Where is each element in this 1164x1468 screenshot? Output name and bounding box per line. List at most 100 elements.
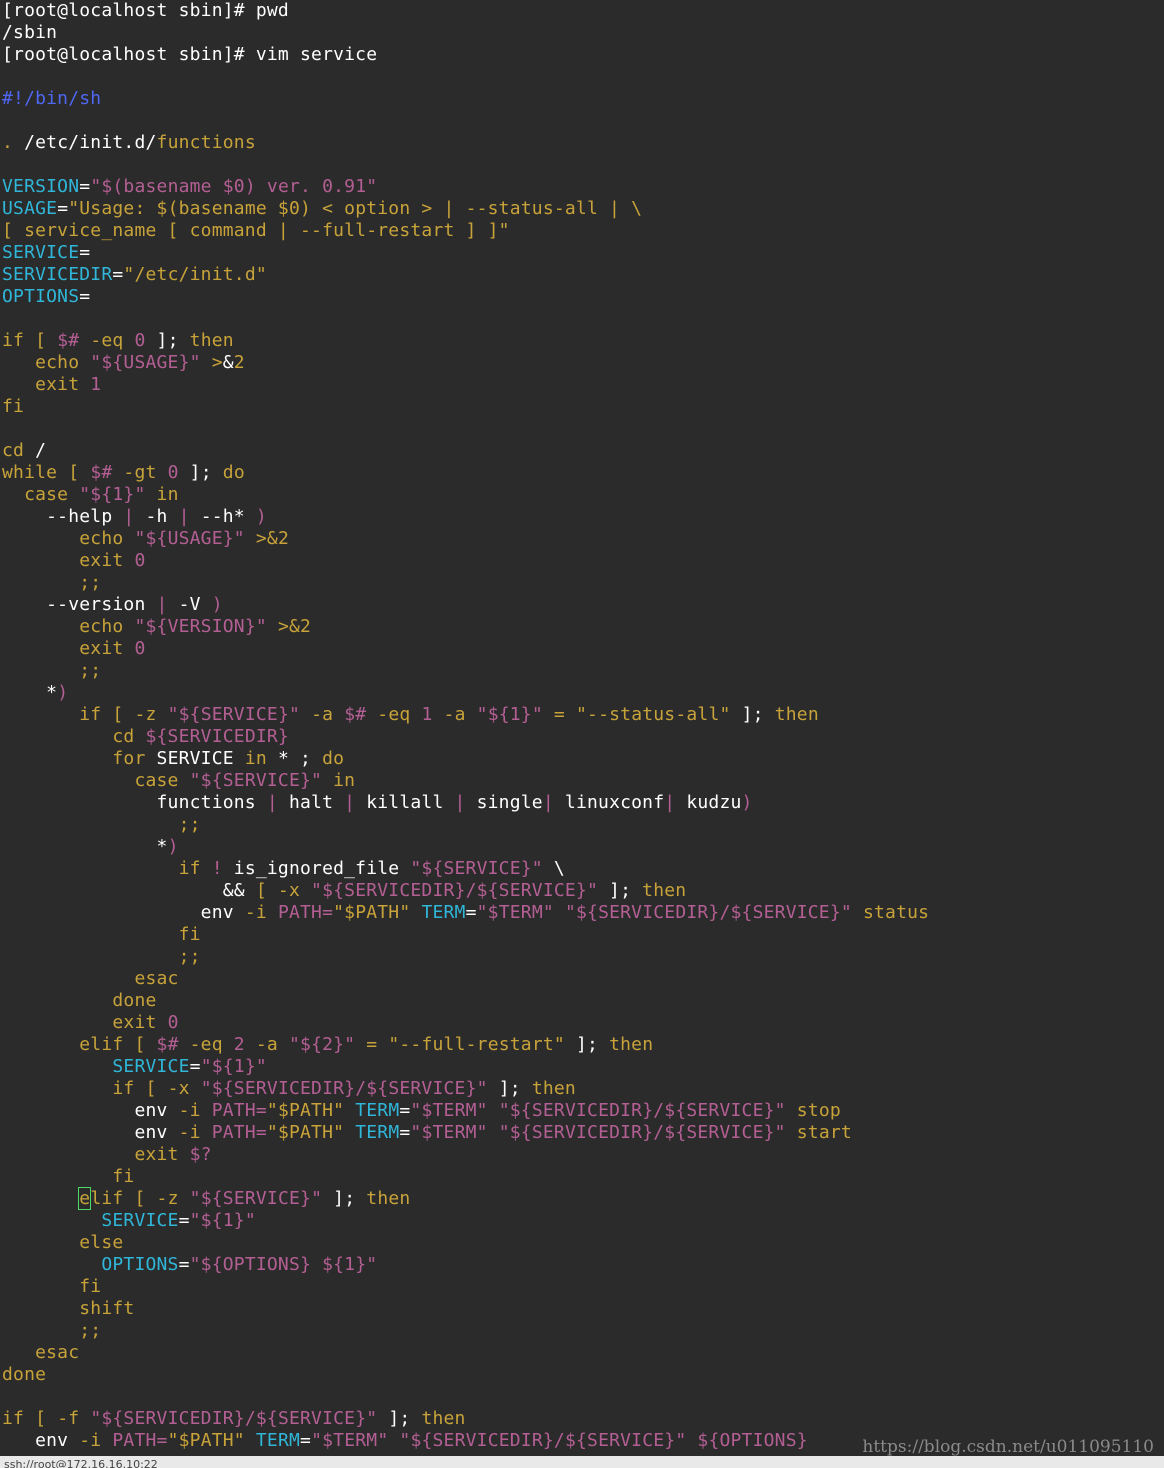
code-token: ${SERVICEDIR} — [145, 726, 289, 747]
code-token: then — [366, 1188, 411, 1209]
code-token: "${2}" — [289, 1034, 356, 1055]
code-token: VERSION — [2, 176, 80, 197]
code-line: /sbin — [2, 22, 57, 44]
code-token: >&2 — [244, 528, 289, 549]
code-token: ]; — [377, 1408, 422, 1429]
code-line: SERVICEDIR="/etc/init.d" — [2, 264, 267, 286]
code-token: = — [189, 1056, 201, 1077]
code-token: OPTIONS — [2, 286, 80, 307]
code-token: status — [851, 902, 930, 923]
code-token: env — [2, 1100, 179, 1121]
code-line: else — [2, 1232, 123, 1254]
code-line: ;; — [2, 946, 201, 968]
code-token: . — [2, 132, 25, 153]
code-line: fi — [2, 396, 24, 418]
code-token: cd — [2, 726, 146, 747]
code-line: OPTIONS="${OPTIONS} ${1}" — [2, 1254, 377, 1276]
code-token: PATH= — [112, 1430, 168, 1451]
code-token: "$TERM" — [410, 1100, 488, 1121]
terminal-window[interactable]: [root@localhost sbin]# pwd/sbin [root@loc… — [0, 0, 1164, 1456]
code-line: [root@localhost sbin]# vim service — [2, 44, 377, 66]
code-token: [ — [123, 1034, 157, 1055]
code-token: "/etc/init.d" — [123, 264, 267, 285]
code-token: [ -z — [101, 704, 168, 725]
code-token: ]; — [178, 462, 223, 483]
code-line: SERVICE= — [2, 242, 90, 264]
code-token: -V — [178, 594, 212, 615]
code-token: 2 — [233, 1034, 245, 1055]
code-token: "${SERVICEDIR}/${SERVICE}" — [311, 880, 599, 901]
code-token: stop — [785, 1100, 841, 1121]
code-token: then — [642, 880, 687, 901]
code-token: -eq — [178, 1034, 234, 1055]
code-token: 1 — [421, 704, 433, 725]
code-line: --help | -h | --h* ) — [2, 506, 267, 528]
code-token: is_ignored_file — [233, 858, 411, 879]
code-token: SERVICE — [2, 1056, 190, 1077]
code-line: echo "${USAGE}" >&2 — [2, 352, 245, 374]
code-line: if [ -x "${SERVICEDIR}/${SERVICE}" ]; th… — [2, 1078, 576, 1100]
code-token: ) — [255, 506, 267, 527]
code-token: PATH= — [211, 1122, 267, 1143]
code-token: exit — [2, 550, 135, 571]
code-token: env — [2, 902, 245, 923]
code-token: ;; — [2, 814, 201, 835]
code-line: case "${SERVICE}" in — [2, 770, 355, 792]
code-token: fi — [2, 924, 201, 945]
code-line: functions | halt | killall | single| lin… — [2, 792, 753, 814]
code-token: | — [454, 792, 477, 813]
code-token: 0 — [167, 462, 179, 483]
code-token: killall — [366, 792, 455, 813]
code-line: USAGE="Usage: $(basename $0) < option > … — [2, 198, 642, 220]
code-token: then — [421, 1408, 466, 1429]
code-token: USAGE — [2, 198, 58, 219]
code-line: fi — [2, 1166, 134, 1188]
code-token: start — [785, 1122, 852, 1143]
code-token: "${VERSION}" — [134, 616, 267, 637]
code-token: = — [79, 286, 91, 307]
code-token: --h* — [200, 506, 256, 527]
code-token: | — [266, 792, 289, 813]
code-token: "$PATH" — [167, 1430, 245, 1451]
code-token: "${SERVICE}" — [167, 704, 301, 725]
code-token: -eq — [366, 704, 422, 725]
code-token: TERM — [421, 902, 466, 923]
code-token: echo — [2, 352, 91, 373]
code-token: "--full-restart" — [388, 1034, 565, 1055]
code-token: cd — [2, 440, 25, 461]
code-token: functions — [2, 792, 267, 813]
code-line: SERVICE="${1}" — [2, 1056, 267, 1078]
code-token: [ -f — [24, 1408, 91, 1429]
code-line: exit 0 — [2, 1012, 179, 1034]
code-line: *) — [2, 836, 179, 858]
code-token: "${SERVICE}" — [189, 1188, 323, 1209]
code-token: -gt — [112, 462, 168, 483]
code-token: "${SERVICE}" — [410, 858, 543, 879]
code-token: exit — [2, 374, 91, 395]
code-token: [ — [57, 462, 91, 483]
code-token: in — [244, 748, 278, 769]
code-line: exit 0 — [2, 638, 146, 660]
code-line: exit $? — [2, 1144, 212, 1166]
code-token: esac — [2, 968, 179, 989]
code-token: ) — [167, 836, 179, 857]
code-token: -a — [244, 1034, 289, 1055]
code-token: "${USAGE}" — [90, 352, 201, 373]
status-bar: ssh://root@172.16.16.10:22 — [0, 1456, 1164, 1468]
code-token: -i — [79, 1430, 113, 1451]
code-token: if — [2, 1078, 135, 1099]
code-token: 0 — [134, 330, 146, 351]
code-token: [ -x — [255, 880, 312, 901]
code-line: if [ -z "${SERVICE}" -a $# -eq 1 -a "${1… — [2, 704, 819, 726]
code-line: if ! is_ignored_file "${SERVICE}" \ — [2, 858, 565, 880]
code-token: -i — [244, 902, 278, 923]
code-line: && [ -x "${SERVICEDIR}/${SERVICE}" ]; th… — [2, 880, 686, 902]
code-token: [ service_name [ command | --full-restar… — [2, 220, 510, 241]
code-line: ;; — [2, 1320, 101, 1342]
code-token: then — [609, 1034, 654, 1055]
code-line: ;; — [2, 572, 101, 594]
code-token: "${SERVICE}" — [189, 770, 323, 791]
code-token: | — [178, 506, 201, 527]
